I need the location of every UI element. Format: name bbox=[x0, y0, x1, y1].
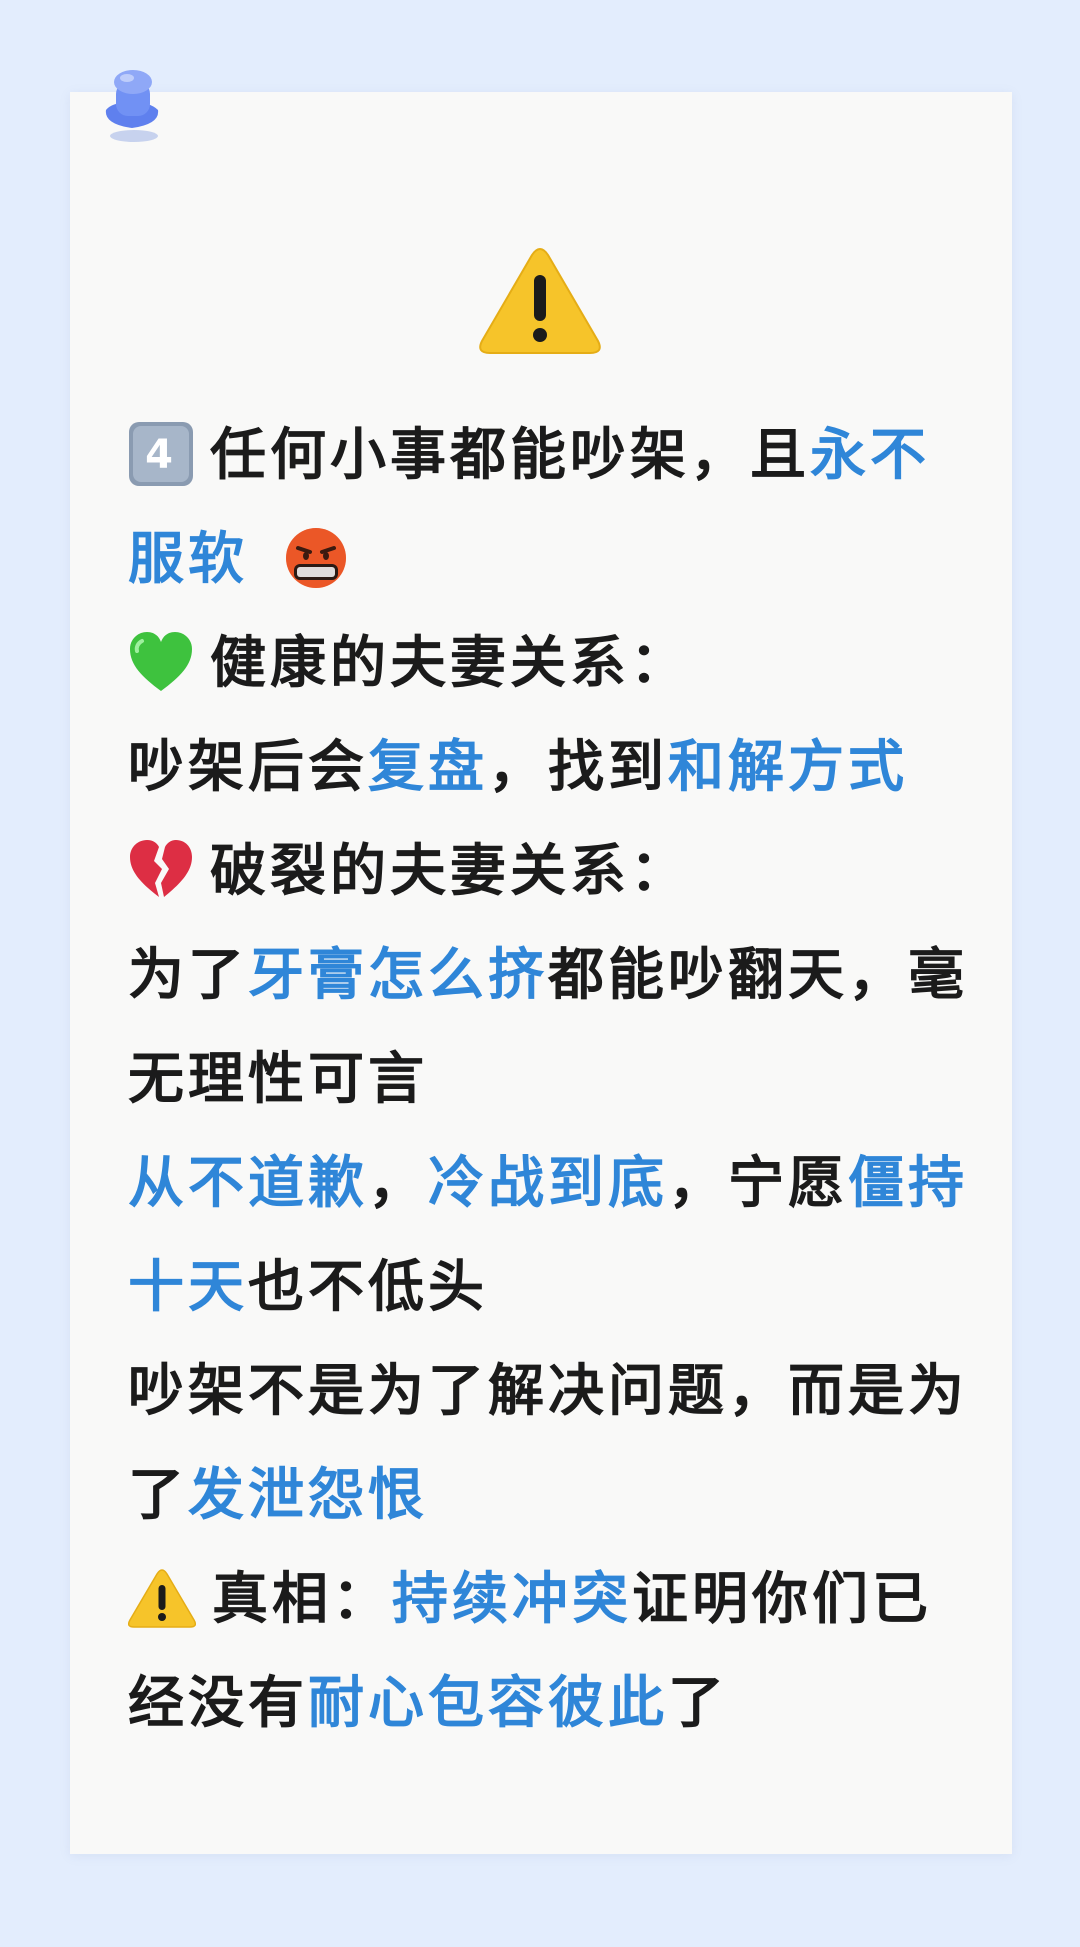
broken-text-1: 为了 bbox=[128, 943, 248, 1008]
cursing-face-icon bbox=[285, 527, 346, 588]
broken-text-7: 吵架不是为了解决问题，而是为 bbox=[128, 1359, 968, 1424]
truth-label: 真相： bbox=[212, 1567, 392, 1632]
push-pin-icon bbox=[105, 70, 159, 142]
heading-highlight: 永不 bbox=[810, 423, 930, 488]
broken-highlight-2: 从不道歉 bbox=[128, 1151, 368, 1216]
truth-highlight-2: 耐心包容彼此 bbox=[308, 1671, 668, 1736]
healthy-title-text: 健康的夫妻关系： bbox=[210, 631, 690, 696]
truth-line-1: 真相：持续冲突证明你们已 bbox=[128, 1548, 958, 1652]
healthy-text-2: ，找到 bbox=[488, 735, 668, 800]
broken-line-2: 无理性可言 bbox=[128, 1028, 958, 1132]
broken-highlight-5: 十天 bbox=[128, 1255, 248, 1320]
truth-line-2: 经没有耐心包容彼此了 bbox=[128, 1652, 958, 1756]
keycap-4-icon: 4 bbox=[129, 421, 193, 486]
broken-highlight-4: 僵持 bbox=[848, 1151, 968, 1216]
truth-highlight-1: 持续冲突 bbox=[392, 1567, 632, 1632]
truth-text-2: 经没有 bbox=[128, 1671, 308, 1736]
broken-text-8: 了 bbox=[128, 1463, 188, 1528]
healthy-text-1: 吵架后会 bbox=[128, 735, 368, 800]
heading-highlight-cont: 服软 bbox=[128, 527, 248, 592]
healthy-body: 吵架后会复盘，找到和解方式 bbox=[128, 716, 958, 820]
broken-highlight-1: 牙膏怎么挤 bbox=[248, 943, 548, 1008]
truth-text-1: 证明你们已 bbox=[632, 1567, 932, 1632]
article-body: 4 任何小事都能吵架，且永不 服软 健康的夫妻关系： 吵架后会复盘，找到和解方式… bbox=[128, 404, 964, 1756]
warning-icon bbox=[479, 248, 601, 354]
heading-text: 任何小事都能吵架，且 bbox=[210, 423, 810, 488]
broken-title: 破裂的夫妻关系： bbox=[128, 820, 958, 924]
broken-text-2: 都能吵翻天，毫 bbox=[548, 943, 968, 1008]
healthy-title: 健康的夫妻关系： bbox=[128, 612, 958, 716]
broken-highlight-6: 发泄怨恨 bbox=[188, 1463, 428, 1528]
svg-text:4: 4 bbox=[145, 432, 177, 478]
broken-text-5: ，宁愿 bbox=[668, 1151, 848, 1216]
broken-heart-icon bbox=[130, 839, 192, 897]
healthy-highlight-2: 和解方式 bbox=[668, 735, 908, 800]
broken-line-5: 吵架不是为了解决问题，而是为 bbox=[128, 1340, 964, 1444]
healthy-highlight-1: 复盘 bbox=[368, 735, 488, 800]
section-heading: 4 任何小事都能吵架，且永不 bbox=[128, 404, 958, 508]
broken-title-text: 破裂的夫妻关系： bbox=[210, 839, 690, 904]
warning-icon bbox=[128, 1569, 196, 1628]
broken-text-3: 无理性可言 bbox=[128, 1047, 428, 1112]
broken-line-6: 了发泄怨恨 bbox=[128, 1444, 958, 1548]
broken-text-6: 也不低头 bbox=[248, 1255, 488, 1320]
green-heart-icon bbox=[130, 631, 192, 691]
broken-highlight-3: 冷战到底 bbox=[428, 1151, 668, 1216]
truth-text-3: 了 bbox=[668, 1671, 728, 1736]
broken-line-4: 十天也不低头 bbox=[128, 1236, 958, 1340]
broken-text-4: ， bbox=[368, 1151, 428, 1216]
section-heading-line-2: 服软 bbox=[128, 508, 958, 612]
broken-line-3: 从不道歉，冷战到底，宁愿僵持 bbox=[128, 1132, 964, 1236]
broken-line-1: 为了牙膏怎么挤都能吵翻天，毫 bbox=[128, 924, 964, 1028]
